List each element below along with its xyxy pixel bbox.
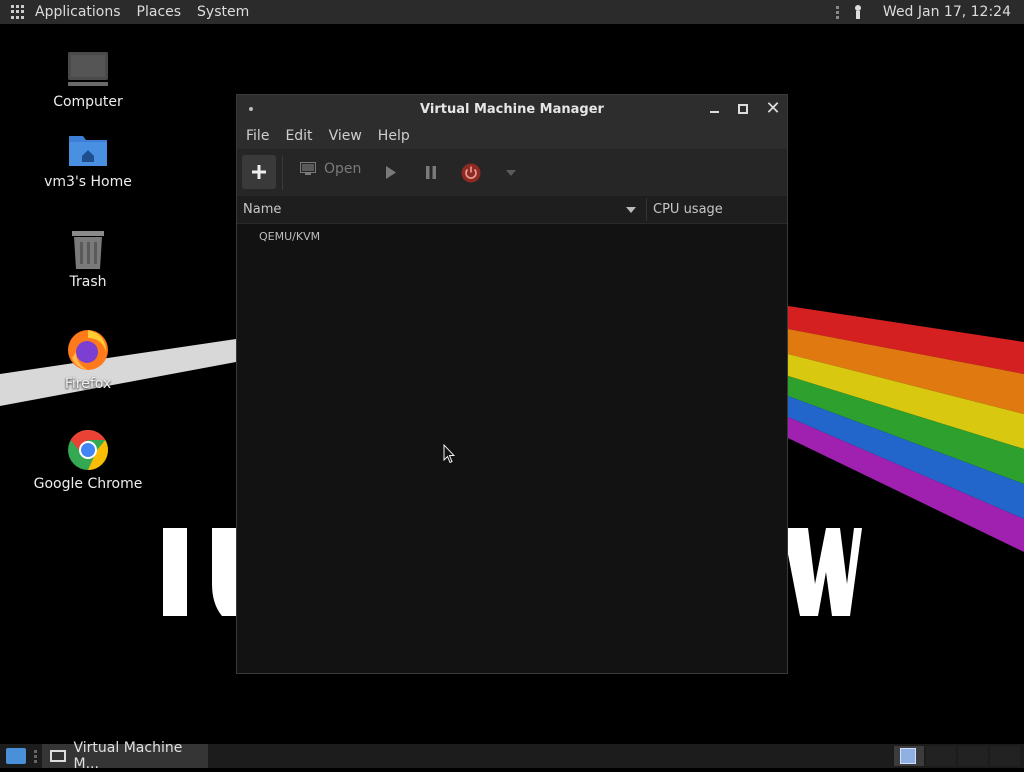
desktop-icon-computer[interactable]: Computer <box>33 50 143 110</box>
minimize-button[interactable] <box>704 99 724 119</box>
window-menubar: File Edit View Help <box>237 123 787 150</box>
window-titlebar[interactable]: Virtual Machine Manager ✕ <box>237 95 787 123</box>
menu-edit[interactable]: Edit <box>277 128 320 144</box>
monitor-icon <box>300 162 316 175</box>
panel-menu-system[interactable]: System <box>189 0 257 24</box>
open-button-label: Open <box>324 161 362 177</box>
sort-down-icon[interactable] <box>626 207 636 213</box>
taskbar-window-label: Virtual Machine M... <box>73 740 183 772</box>
shutdown-dropdown-icon[interactable] <box>506 170 516 176</box>
computer-icon <box>68 52 108 86</box>
toolbar-separator <box>282 156 283 190</box>
panel-handle-icon <box>835 5 839 19</box>
chrome-icon <box>68 430 108 470</box>
column-cpu-usage[interactable]: CPU usage <box>653 202 723 217</box>
desktop-icon-chrome[interactable]: Google Chrome <box>33 428 143 492</box>
firefox-icon <box>68 330 108 370</box>
vmm-app-icon <box>50 750 66 762</box>
show-desktop-button[interactable] <box>6 748 26 764</box>
trash-icon <box>72 231 104 269</box>
taskbar-handle-icon <box>34 750 37 763</box>
accessibility-icon[interactable] <box>853 5 863 19</box>
panel-clock[interactable]: Wed Jan 17, 12:24 <box>883 4 1011 20</box>
apps-grid-icon[interactable] <box>11 5 25 19</box>
workspace-4[interactable] <box>990 746 1020 766</box>
column-divider[interactable] <box>646 198 647 221</box>
panel-menu-places[interactable]: Places <box>129 0 190 24</box>
bottom-taskbar: Virtual Machine M... <box>0 740 1024 772</box>
column-name[interactable]: Name <box>243 202 281 217</box>
desktop-icon-home[interactable]: vm3's Home <box>33 130 143 190</box>
vmm-window: Virtual Machine Manager ✕ File Edit View… <box>236 94 788 674</box>
desktop-icon-label: vm3's Home <box>44 174 132 190</box>
workspace-1[interactable] <box>894 746 924 766</box>
pause-icon[interactable] <box>425 166 437 179</box>
shutdown-icon[interactable] <box>461 163 481 183</box>
close-button[interactable]: ✕ <box>763 99 783 119</box>
vm-list[interactable]: QEMU/KVM <box>237 224 787 674</box>
maximize-button[interactable] <box>733 99 753 119</box>
menu-file[interactable]: File <box>237 128 277 144</box>
menu-help[interactable]: Help <box>370 128 418 144</box>
taskbar-window-button[interactable]: Virtual Machine M... <box>42 740 208 772</box>
plus-icon <box>252 165 266 179</box>
desktop-icon-label: Firefox <box>64 376 112 392</box>
top-panel: Applications Places System Wed Jan 17, 1… <box>0 0 1024 24</box>
menu-view[interactable]: View <box>321 128 370 144</box>
workspace-2[interactable] <box>926 746 956 766</box>
window-menu-icon[interactable] <box>249 107 253 111</box>
run-icon[interactable] <box>385 166 397 179</box>
window-toolbar: Open <box>237 150 787 196</box>
desktop-icon-trash[interactable]: Trash <box>33 228 143 290</box>
vm-list-header: Name CPU usage <box>237 196 787 224</box>
list-item-connection[interactable]: QEMU/KVM <box>259 230 320 243</box>
desktop-icon-firefox[interactable]: Firefox <box>33 328 143 392</box>
desktop-icon-label: Computer <box>53 94 123 110</box>
mouse-cursor-icon <box>443 444 455 464</box>
open-button[interactable]: Open <box>300 161 361 177</box>
home-folder-icon <box>69 136 107 166</box>
panel-menu-applications[interactable]: Applications <box>27 0 129 24</box>
desktop-icon-label: Trash <box>69 274 107 290</box>
workspace-3[interactable] <box>958 746 988 766</box>
new-vm-button[interactable] <box>242 155 276 189</box>
desktop-icon-label: Google Chrome <box>33 476 143 492</box>
